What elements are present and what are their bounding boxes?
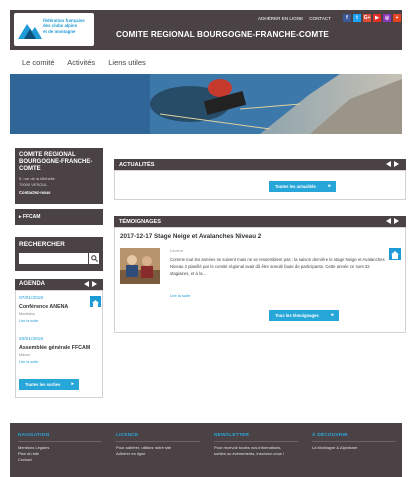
footer-column-discover: À DÉCOUVRIR La Montagne & Alpinisme xyxy=(312,433,396,451)
chevron-right-icon: ▸ xyxy=(328,183,331,189)
page: fédération française des clubs alpins et… xyxy=(0,0,410,477)
nav-item-liens-utiles[interactable]: Liens utiles xyxy=(108,58,146,67)
nav-item-activites[interactable]: Activités xyxy=(67,58,95,67)
search-icon xyxy=(90,255,98,262)
search-input[interactable] xyxy=(19,253,88,264)
footer-column-navigation: NAVIGATION Mentions Légales Plan du site… xyxy=(18,433,102,463)
testimonials-arrows xyxy=(386,218,399,224)
event-title[interactable]: Assemblée générale FFCAM xyxy=(19,345,90,351)
youtube-icon[interactable]: ▶ xyxy=(373,14,381,22)
top-links: ADHÉRER EN LIGNE CONTACT xyxy=(258,16,337,21)
testimonial-excerpt: Comme tout les années se suivent mais ne… xyxy=(170,257,385,276)
footer-column-title: NAVIGATION xyxy=(18,433,50,438)
footer-divider xyxy=(116,441,200,442)
event-read-more-link[interactable]: Lire la suite xyxy=(19,360,38,364)
ffcam-logo[interactable]: fédération française des clubs alpins et… xyxy=(14,13,94,46)
news-title: ACTUALITÉS xyxy=(119,161,155,168)
event-date: 07/01/2018 xyxy=(19,296,44,301)
logo-text: fédération française des clubs alpins et… xyxy=(43,18,85,34)
event-read-more-link[interactable]: Lire la suite xyxy=(19,319,38,323)
search-title: RECHERCHER xyxy=(19,241,65,248)
all-news-button[interactable]: Toutes les actualités ▸ xyxy=(269,181,336,192)
testimonials-panel: 2017-12-17 Stage Neige et Avalanches Niv… xyxy=(114,227,406,333)
footer-column-title: LICENCE xyxy=(116,433,139,438)
hero-banner xyxy=(10,74,402,134)
org-address: 5, rue de la Michelle 70000 VESOUL xyxy=(19,176,55,187)
agenda-list: 07/01/2018 Conférence ANENA Montbéry Lir… xyxy=(15,290,103,398)
all-outings-button[interactable]: Toutes les sorties ▸ xyxy=(19,379,79,390)
search-block: RECHERCHER xyxy=(15,237,103,271)
add-icon[interactable]: + xyxy=(393,14,401,22)
footer-licence-text[interactable]: Pour adhérer, utilisez notre site Adhére… xyxy=(116,445,200,457)
testimonial-author: Lecteur xyxy=(170,248,184,253)
news-arrows xyxy=(386,161,399,167)
site-footer: NAVIGATION Mentions Légales Plan du site… xyxy=(10,423,402,477)
google-plus-icon[interactable]: G+ xyxy=(363,14,371,22)
social-links: f t G+ ▶ ◎ + xyxy=(343,14,401,22)
agenda-title: AGENDA xyxy=(19,281,46,287)
event-title[interactable]: Conférence ANENA xyxy=(19,304,68,310)
chevron-right-icon: ▸ xyxy=(331,312,334,318)
footer-newsletter-text[interactable]: Pour recevoir toutes nos informations, s… xyxy=(214,445,298,457)
nav-item-comite[interactable]: Le comité xyxy=(22,58,55,67)
chevron-right-icon: ▸ xyxy=(71,381,74,387)
contact-us-link[interactable]: Contactez-nous xyxy=(19,190,99,195)
event-location: Montbéry xyxy=(19,312,35,316)
join-online-link[interactable]: ADHÉRER EN LIGNE xyxy=(258,16,303,21)
footer-divider xyxy=(18,441,102,442)
calendar-icon[interactable] xyxy=(90,296,101,307)
contact-link[interactable]: CONTACT xyxy=(309,16,331,21)
footer-discover-link[interactable]: La Montagne & Alpinisme xyxy=(312,445,396,451)
agenda-arrows xyxy=(84,281,97,287)
next-arrow-icon[interactable] xyxy=(92,281,97,287)
testimonial-title[interactable]: 2017-12-17 Stage Neige et Avalanches Niv… xyxy=(120,233,261,240)
org-info-block: COMITE REGIONAL BOURGOGNE-FRANCHE-COMTE … xyxy=(15,148,103,204)
prev-arrow-icon[interactable] xyxy=(84,281,89,287)
site-title[interactable]: COMITE REGIONAL BOURGOGNE-FRANCHE-COMTE xyxy=(116,30,329,39)
testimonial-read-more-link[interactable]: Lire la suite xyxy=(170,293,190,298)
climber-photo xyxy=(10,74,402,134)
footer-divider xyxy=(214,441,298,442)
event-location: Mâcon xyxy=(19,353,31,357)
event-date: 20/01/2018 xyxy=(19,337,44,342)
mountain-logo-icon xyxy=(18,24,42,39)
main-nav: Le comité Activités Liens utiles xyxy=(22,58,157,67)
facebook-icon[interactable]: f xyxy=(343,14,351,22)
all-testimonials-label: Tous les témoignages xyxy=(275,313,319,318)
footer-divider xyxy=(312,441,396,442)
news-panel: Toutes les actualités ▸ xyxy=(114,170,406,200)
prev-arrow-icon[interactable] xyxy=(386,218,391,224)
footer-column-newsletter: NEWSLETTER Pour recevoir toutes nos info… xyxy=(214,433,298,457)
all-news-label: Toutes les actualités xyxy=(275,184,316,189)
all-testimonials-button[interactable]: Tous les témoignages ▸ xyxy=(269,310,339,321)
search-button[interactable] xyxy=(88,253,99,264)
next-arrow-icon[interactable] xyxy=(394,161,399,167)
home-icon[interactable] xyxy=(389,248,401,260)
org-title: COMITE REGIONAL BOURGOGNE-FRANCHE-COMTE xyxy=(19,152,93,172)
testimonials-header: TÉMOIGNAGES xyxy=(114,216,406,227)
agenda-header: AGENDA xyxy=(15,279,103,290)
next-arrow-icon[interactable] xyxy=(394,218,399,224)
all-outings-label: Toutes les sorties xyxy=(25,382,61,387)
testimonial-photo[interactable] xyxy=(120,248,160,284)
footer-links[interactable]: Mentions Légales Plan du site Contact xyxy=(18,445,102,463)
site-header: fédération française des clubs alpins et… xyxy=(10,10,402,50)
footer-column-title: NEWSLETTER xyxy=(214,433,250,438)
twitter-icon[interactable]: t xyxy=(353,14,361,22)
ffcam-label: FFCAM xyxy=(22,214,41,220)
news-header: ACTUALITÉS xyxy=(114,159,406,170)
footer-column-licence: LICENCE Pour adhérer, utilisez notre sit… xyxy=(116,433,200,457)
prev-arrow-icon[interactable] xyxy=(386,161,391,167)
ffcam-link[interactable]: ▸ FFCAM xyxy=(15,209,103,225)
footer-column-title: À DÉCOUVRIR xyxy=(312,433,348,438)
instagram-icon[interactable]: ◎ xyxy=(383,14,391,22)
testimonials-title: TÉMOIGNAGES xyxy=(119,218,161,225)
